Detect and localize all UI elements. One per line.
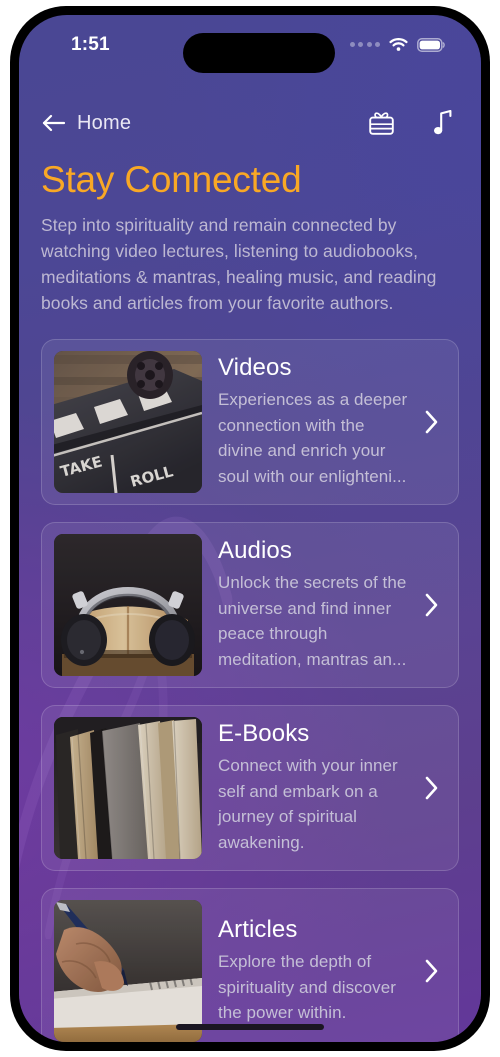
stacked-books-photo: [54, 717, 202, 859]
status-bar-indicators: [349, 37, 446, 52]
content-card-articles[interactable]: Articles Explore the depth of spirituali…: [41, 888, 459, 1042]
status-bar-time: 1:51: [71, 34, 110, 55]
back-button[interactable]: Home: [41, 112, 131, 135]
battery-icon: [417, 37, 445, 52]
back-button-label: Home: [77, 111, 132, 134]
home-indicator[interactable]: [176, 1024, 324, 1030]
clapperboard-film-photo: TAKE ROLL: [54, 351, 202, 493]
gift-card-icon[interactable]: [368, 111, 395, 136]
card-description: Unlock the secrets of the universe and f…: [218, 572, 407, 670]
status-bar: 1:51: [19, 15, 481, 79]
phone-frame: 1:51 Home Stay Connected Step into spiri…: [10, 6, 490, 1051]
card-text-block: Audios Unlock the secrets of the univers…: [202, 537, 418, 673]
card-title: Articles: [218, 915, 298, 943]
content-card-ebooks[interactable]: E-Books Connect with your inner self and…: [41, 705, 459, 871]
card-description: Explore the depth of spirituality and di…: [218, 951, 396, 1023]
chevron-right-icon[interactable]: [418, 409, 444, 435]
navigation-actions: [368, 110, 453, 136]
page-title: Stay Connected: [41, 159, 302, 200]
content-card-list: TAKE ROLL Videos Experiences as a deeper…: [41, 339, 459, 1042]
content-card-audios[interactable]: Audios Unlock the secrets of the univers…: [41, 522, 459, 688]
headphones-on-book-photo: [54, 534, 202, 676]
hand-writing-notebook-photo: [54, 900, 202, 1042]
chevron-right-icon[interactable]: [418, 958, 444, 984]
navigation-bar: Home: [19, 95, 481, 151]
phone-screen: 1:51 Home Stay Connected Step into spiri…: [19, 15, 481, 1042]
card-title: E-Books: [218, 719, 310, 747]
content-card-videos[interactable]: TAKE ROLL Videos Experiences as a deeper…: [41, 339, 459, 505]
page-subtitle: Step into spirituality and remain connec…: [41, 215, 437, 314]
arrow-left-icon: [41, 113, 66, 133]
card-text-block: Articles Explore the depth of spirituali…: [202, 916, 418, 1026]
chevron-right-icon[interactable]: [418, 775, 444, 801]
card-title: Videos: [218, 353, 292, 381]
card-text-block: E-Books Connect with your inner self and…: [202, 720, 418, 856]
card-title: Audios: [218, 536, 292, 564]
card-text-block: Videos Experiences as a deeper connectio…: [202, 354, 418, 490]
wifi-icon: [389, 37, 408, 52]
music-note-icon[interactable]: [433, 110, 453, 136]
chevron-right-icon[interactable]: [418, 592, 444, 618]
dynamic-island: [183, 33, 335, 73]
card-description: Experiences as a deeper connection with …: [218, 389, 408, 487]
main-content: Stay Connected Step into spirituality an…: [19, 155, 481, 1042]
cellular-dots-icon: [349, 42, 380, 47]
card-description: Connect with your inner self and embark …: [218, 755, 398, 853]
